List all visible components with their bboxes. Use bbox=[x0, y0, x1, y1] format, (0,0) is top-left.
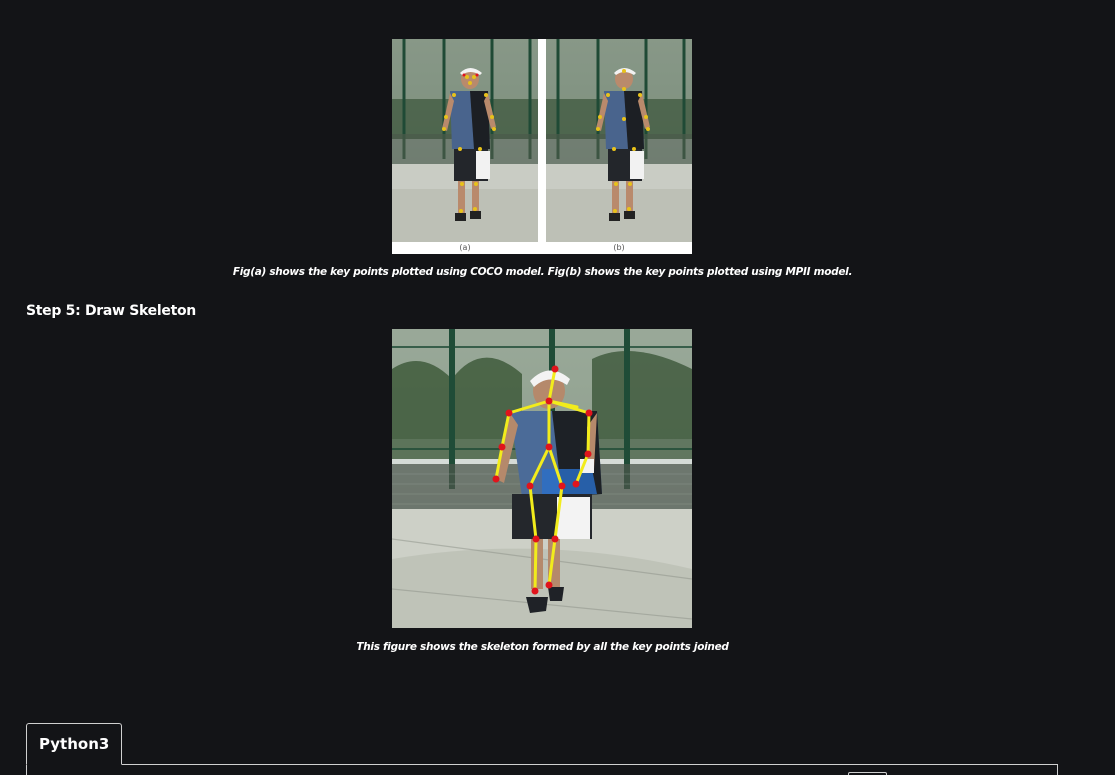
step-heading: Step 5: Draw Skeleton bbox=[26, 303, 196, 319]
article-page: (a) (b) Fig(a) shows the key points plot… bbox=[0, 0, 1115, 775]
figure-label-b: (b) bbox=[613, 243, 625, 252]
skeleton-figure bbox=[392, 329, 692, 628]
comparison-figure-caption: Fig(a) shows the key points plotted usin… bbox=[232, 266, 853, 278]
skeleton-figure-caption: This figure shows the skeleton formed by… bbox=[356, 641, 729, 653]
code-block bbox=[26, 764, 1058, 775]
tab-python3[interactable]: Python3 bbox=[26, 723, 123, 765]
keypoints-comparison-figure: (a) (b) bbox=[392, 39, 692, 254]
figure-label-a: (a) bbox=[459, 243, 471, 252]
coco-keypoints-image bbox=[392, 39, 538, 242]
mpii-keypoints-image bbox=[546, 39, 692, 242]
